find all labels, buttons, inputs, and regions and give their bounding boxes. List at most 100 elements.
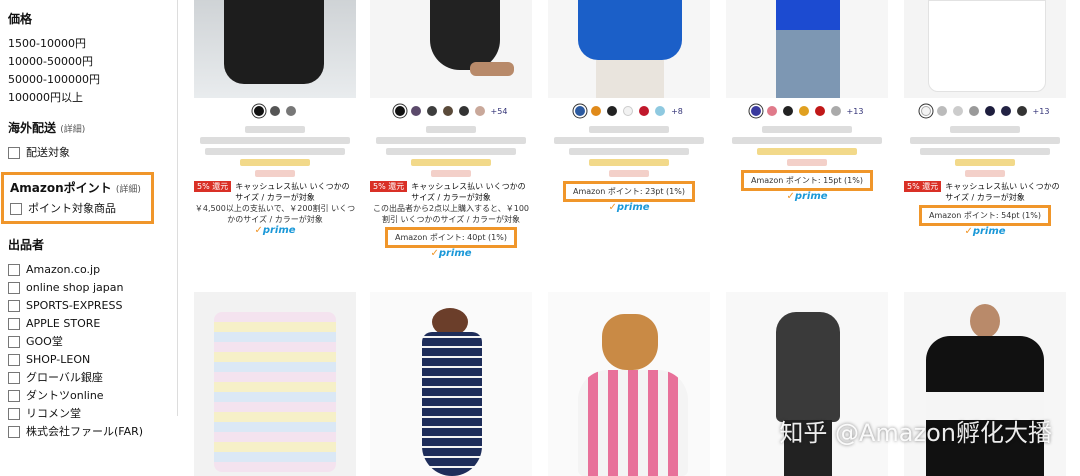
seller-heading: 出品者: [8, 238, 45, 252]
price-range-2[interactable]: 10000-50000円: [8, 53, 169, 71]
blurred-title[interactable]: [386, 148, 516, 155]
seller-checkbox[interactable]: 株式会社ファール(FAR): [8, 423, 173, 441]
blurred-brand: [426, 126, 476, 133]
product-image[interactable]: [370, 0, 532, 98]
product-image[interactable]: [194, 0, 356, 98]
product-image[interactable]: [726, 292, 888, 476]
product-grid: 5% 還元 キャッシュレス払い いくつかのサイズ / カラーが対象 ￥4,500…: [180, 0, 1080, 476]
color-swatch[interactable]: [782, 106, 793, 116]
blurred-title[interactable]: [569, 148, 689, 155]
product-image[interactable]: [904, 0, 1066, 98]
points-heading: Amazonポイント (詳細): [10, 181, 141, 195]
color-swatch[interactable]: [984, 106, 995, 116]
overseas-detail-link[interactable]: (詳細): [60, 125, 85, 135]
color-swatch[interactable]: [474, 106, 485, 116]
color-swatch[interactable]: [814, 106, 825, 116]
checkbox-icon[interactable]: [8, 426, 20, 438]
product-image[interactable]: [726, 0, 888, 98]
overseas-heading: 海外配送 (詳細): [8, 121, 86, 135]
seller-checkbox[interactable]: ダントツonline: [8, 387, 173, 405]
color-swatch[interactable]: [426, 106, 437, 116]
checkbox-icon[interactable]: [8, 318, 20, 330]
discount-note: ￥4,500以上の支払いで、￥200割引 いくつかのサイズ / カラーが対象: [194, 204, 356, 224]
checkbox-icon[interactable]: [8, 408, 20, 420]
discount-note: この出品者から2点以上購入すると、￥100割引 いくつかのサイズ / カラーが対…: [372, 204, 530, 224]
overseas-checkbox[interactable]: 配送対象: [8, 144, 169, 162]
more-colors-link[interactable]: +13: [1033, 107, 1050, 116]
blurred-price: [787, 159, 827, 166]
checkbox-icon[interactable]: [8, 354, 20, 366]
blurred-price: [609, 170, 649, 177]
checkbox-icon[interactable]: [8, 300, 20, 312]
product-image[interactable]: [548, 292, 710, 476]
color-swatch[interactable]: [655, 106, 666, 116]
color-swatch[interactable]: [936, 106, 947, 116]
seller-checkbox[interactable]: SHOP-LEON: [8, 351, 173, 369]
price-range-4[interactable]: 100000円以上: [8, 89, 169, 107]
color-swatch[interactable]: [458, 106, 469, 116]
seller-checkbox[interactable]: SPORTS-EXPRESS: [8, 297, 173, 315]
checkbox-icon[interactable]: [8, 372, 20, 384]
color-swatch[interactable]: [591, 106, 602, 116]
checkbox-icon[interactable]: [8, 264, 20, 276]
blurred-title[interactable]: [920, 148, 1050, 155]
blurred-title[interactable]: [910, 137, 1060, 144]
color-swatch[interactable]: [270, 106, 280, 116]
blurred-title[interactable]: [554, 137, 704, 144]
blurred-title[interactable]: [376, 137, 526, 144]
seller-checkbox[interactable]: APPLE STORE: [8, 315, 173, 333]
color-swatch[interactable]: [623, 106, 634, 116]
color-swatch[interactable]: [952, 106, 963, 116]
color-swatch[interactable]: [286, 106, 296, 116]
color-swatch[interactable]: [607, 106, 618, 116]
blurred-price: [965, 170, 1005, 177]
seller-checkbox[interactable]: リコメン堂: [8, 405, 173, 423]
color-swatch[interactable]: [798, 106, 809, 116]
more-colors-link[interactable]: +13: [847, 107, 864, 116]
product-card[interactable]: 5% 還元 キャッシュレス払い いくつかのサイズ / カラーが対象 ￥4,500…: [194, 104, 356, 236]
color-swatch[interactable]: [394, 106, 405, 116]
color-swatch[interactable]: [254, 106, 264, 116]
seller-checkbox[interactable]: GOO堂: [8, 333, 173, 351]
blurred-title[interactable]: [200, 137, 350, 144]
blurred-rating: [757, 148, 857, 155]
color-swatch[interactable]: [766, 106, 777, 116]
checkbox-icon[interactable]: [8, 282, 20, 294]
color-swatch[interactable]: [750, 106, 761, 116]
product-card[interactable]: +13 Amazon ポイント: 15pt (1%) ✓prime: [726, 104, 888, 202]
blurred-title[interactable]: [205, 148, 345, 155]
color-swatch[interactable]: [1016, 106, 1027, 116]
price-range-1[interactable]: 1500-10000円: [8, 35, 169, 53]
color-swatch[interactable]: [830, 106, 841, 116]
product-image[interactable]: [370, 292, 532, 476]
product-card[interactable]: +8 Amazon ポイント: 23pt (1%) ✓prime: [548, 104, 710, 213]
points-detail-link[interactable]: (詳細): [116, 185, 141, 195]
product-card[interactable]: +13 5% 還元 キャッシュレス払い いくつかのサイズ / カラーが対象 Am…: [904, 104, 1066, 237]
seller-checkbox[interactable]: Amazon.co.jp: [8, 261, 173, 279]
checkbox-icon[interactable]: [8, 336, 20, 348]
more-colors-link[interactable]: +54: [491, 107, 508, 116]
color-swatch[interactable]: [410, 106, 421, 116]
prime-logo: ✓prime: [786, 191, 828, 202]
more-colors-link[interactable]: +8: [671, 107, 683, 116]
color-swatch[interactable]: [920, 106, 931, 116]
product-image[interactable]: [194, 292, 356, 476]
prime-logo: ✓prime: [608, 202, 650, 213]
color-swatch[interactable]: [1000, 106, 1011, 116]
color-swatch[interactable]: [639, 106, 650, 116]
seller-checkbox[interactable]: online shop japan: [8, 279, 173, 297]
color-swatch[interactable]: [442, 106, 453, 116]
color-swatch[interactable]: [575, 106, 586, 116]
checkbox-icon[interactable]: [10, 203, 22, 215]
product-image[interactable]: [548, 0, 710, 98]
blurred-title[interactable]: [732, 137, 882, 144]
seller-checkbox[interactable]: グローバル銀座: [8, 369, 173, 387]
product-image[interactable]: [904, 292, 1066, 476]
product-card[interactable]: +54 5% 還元 キャッシュレス払い いくつかのサイズ / カラーが対象 この…: [370, 104, 532, 259]
price-range-3[interactable]: 50000-100000円: [8, 71, 169, 89]
checkbox-icon[interactable]: [8, 147, 20, 159]
checkbox-icon[interactable]: [8, 390, 20, 402]
color-swatch[interactable]: [968, 106, 979, 116]
points-checkbox[interactable]: ポイント対象商品: [10, 200, 145, 218]
amazon-points-label: Amazon ポイント: 23pt (1%): [563, 181, 695, 202]
